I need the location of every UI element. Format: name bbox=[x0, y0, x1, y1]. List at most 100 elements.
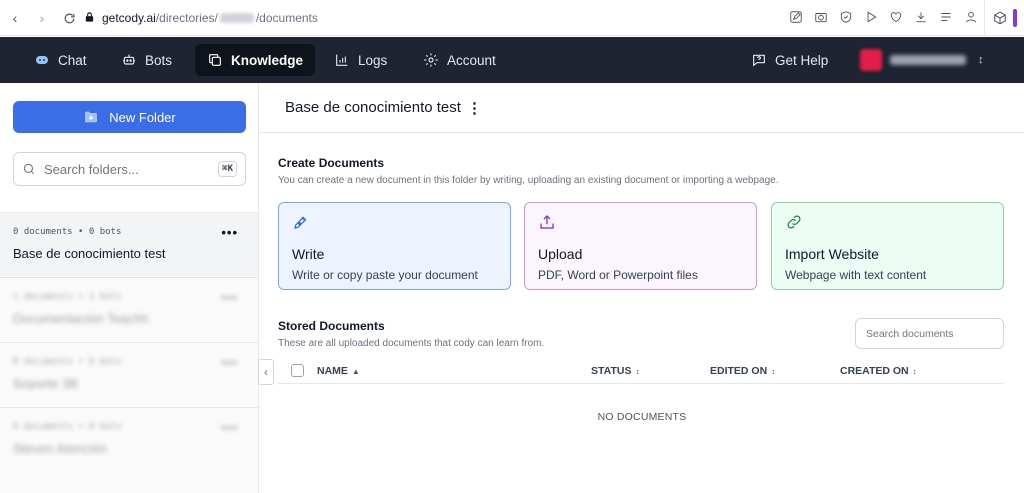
select-all-checkbox[interactable] bbox=[291, 364, 304, 377]
user-name-redacted bbox=[890, 55, 966, 65]
nav-bots-label: Bots bbox=[145, 52, 173, 68]
column-status[interactable]: STATUS ↕ bbox=[591, 365, 639, 377]
folder-item[interactable]: 1 documents • 1 bots Documentación Teach… bbox=[0, 277, 258, 341]
collapse-sidebar-button[interactable]: ‹ bbox=[258, 359, 274, 385]
nav-account[interactable]: Account bbox=[411, 44, 508, 76]
url-host: getcody.ai bbox=[102, 11, 156, 25]
chevron-updown-icon: ↕ bbox=[978, 54, 984, 66]
back-icon[interactable]: ‹ bbox=[4, 7, 26, 29]
upload-icon bbox=[540, 215, 554, 229]
column-created-on[interactable]: CREATED ON ↕ bbox=[840, 365, 917, 377]
shortcut-badge: ⌘K bbox=[218, 161, 237, 177]
stored-documents-title: Stored Documents bbox=[278, 319, 385, 333]
chat-icon bbox=[36, 56, 48, 64]
sidebar-indicator bbox=[1012, 9, 1017, 27]
nav-chat[interactable]: Chat bbox=[22, 44, 99, 76]
kebab-menu-icon[interactable]: ⋮ bbox=[467, 99, 482, 117]
main-panel: Base de conocimiento test ⋮ Create Docum… bbox=[258, 83, 1024, 493]
write-card-desc: Write or copy paste your document bbox=[292, 268, 478, 282]
nav-logs[interactable]: Logs bbox=[322, 44, 399, 76]
copy-icon bbox=[209, 54, 221, 66]
nav-chat-label: Chat bbox=[58, 52, 87, 68]
extensions-area[interactable] bbox=[984, 0, 1024, 36]
stored-documents-subtitle: These are all uploaded documents that co… bbox=[278, 338, 545, 349]
camera-icon[interactable] bbox=[813, 9, 828, 24]
list-icon[interactable] bbox=[938, 9, 953, 24]
link-icon bbox=[787, 215, 801, 229]
lock-icon bbox=[84, 11, 102, 26]
nav-bots[interactable]: Bots bbox=[109, 44, 184, 76]
column-edited-label: EDITED ON bbox=[710, 365, 768, 377]
folder-name: Steven Atención bbox=[13, 441, 107, 456]
chart-icon bbox=[336, 54, 348, 66]
download-icon[interactable] bbox=[913, 9, 928, 24]
create-documents-title: Create Documents bbox=[278, 156, 385, 170]
write-card-title: Write bbox=[292, 246, 325, 262]
folder-item[interactable]: 0 documents • 0 bots Soporte 3B ••• bbox=[0, 342, 258, 406]
folder-header: Base de conocimiento test ⋮ bbox=[260, 83, 1024, 133]
pen-nib-icon bbox=[294, 216, 307, 229]
folder-search-input[interactable] bbox=[44, 161, 204, 177]
folder-search[interactable]: ⌘K bbox=[13, 152, 246, 186]
cube-icon[interactable] bbox=[993, 11, 1007, 25]
upload-card-title: Upload bbox=[538, 246, 583, 262]
url-redacted bbox=[219, 13, 254, 23]
import-card-title: Import Website bbox=[785, 246, 879, 262]
folder-name: Soporte 3B bbox=[13, 376, 79, 391]
bot-icon bbox=[123, 54, 135, 65]
app-navbar: Chat Bots Knowledge Logs Account Get Hel… bbox=[0, 37, 1024, 83]
browser-toolbar: ‹ › getcody.ai/directories/ /documents bbox=[0, 0, 1024, 36]
folders-sidebar: New Folder ⌘K 0 documents • 0 bots Base … bbox=[0, 83, 259, 493]
forward-icon[interactable]: › bbox=[31, 7, 53, 29]
nav-help-label: Get Help bbox=[775, 52, 829, 68]
new-folder-label: New Folder bbox=[109, 109, 176, 125]
folder-meta: 0 documents • 0 bots bbox=[13, 227, 122, 237]
sort-icon: ▲︎ bbox=[351, 366, 360, 376]
folder-item[interactable]: 0 documents • 0 bots Base de conocimient… bbox=[0, 212, 258, 276]
shield-icon[interactable] bbox=[838, 9, 853, 24]
upload-card-desc: PDF, Word or Powerpoint files bbox=[538, 268, 698, 282]
folder-meta: 0 documents • 0 bots bbox=[13, 357, 122, 367]
import-card-desc: Webpage with text content bbox=[785, 268, 927, 282]
column-edited-on[interactable]: EDITED ON ↕ bbox=[710, 365, 775, 377]
nav-logs-label: Logs bbox=[358, 52, 388, 68]
empty-state: NO DOCUMENTS bbox=[597, 411, 687, 423]
column-status-label: STATUS bbox=[591, 365, 632, 377]
import-website-card[interactable]: Import Website Webpage with text content bbox=[771, 202, 1004, 290]
column-name-label: NAME bbox=[317, 365, 348, 377]
sort-icon: ↕ bbox=[635, 366, 640, 376]
reload-icon[interactable] bbox=[58, 7, 80, 29]
folder-item[interactable]: 0 documents • 0 bots Steven Atención ••• bbox=[0, 407, 258, 493]
folder-name: Base de conocimiento test bbox=[13, 246, 166, 261]
url-path-suffix: /documents bbox=[255, 11, 318, 25]
more-icon[interactable]: ••• bbox=[221, 225, 238, 240]
avatar bbox=[860, 49, 882, 71]
more-icon[interactable]: ••• bbox=[221, 290, 238, 305]
more-icon[interactable]: ••• bbox=[221, 355, 238, 370]
edit-icon[interactable] bbox=[788, 9, 803, 24]
create-documents-subtitle: You can create a new document in this fo… bbox=[278, 175, 779, 186]
url-path-prefix: /directories/ bbox=[155, 11, 218, 25]
more-icon[interactable]: ••• bbox=[221, 420, 238, 435]
heart-icon[interactable] bbox=[888, 9, 903, 24]
nav-account-label: Account bbox=[447, 52, 496, 68]
document-search-input[interactable] bbox=[855, 318, 1004, 349]
upload-card[interactable]: Upload PDF, Word or Powerpoint files bbox=[524, 202, 757, 290]
nav-knowledge[interactable]: Knowledge bbox=[195, 44, 316, 76]
help-chat-icon bbox=[753, 54, 765, 67]
column-name[interactable]: NAME ▲︎ bbox=[317, 365, 360, 377]
user-menu[interactable]: ↕ bbox=[852, 43, 992, 77]
write-card[interactable]: Write Write or copy paste your document bbox=[278, 202, 511, 290]
nav-knowledge-label: Knowledge bbox=[231, 52, 304, 68]
page-title: Base de conocimiento test bbox=[285, 99, 461, 116]
search-icon bbox=[23, 163, 35, 175]
documents-table-header: NAME ▲︎ STATUS ↕ EDITED ON ↕ CREATED ON ↕ bbox=[278, 361, 1004, 384]
play-icon[interactable] bbox=[863, 9, 878, 24]
gear-icon bbox=[424, 53, 438, 67]
profile-icon[interactable] bbox=[963, 9, 978, 24]
nav-get-help[interactable]: Get Help bbox=[739, 44, 840, 76]
sort-icon: ↕ bbox=[771, 366, 776, 376]
new-folder-button[interactable]: New Folder bbox=[13, 101, 246, 133]
folder-meta: 1 documents • 1 bots bbox=[13, 292, 122, 302]
folder-name: Documentación Teachh bbox=[13, 311, 149, 326]
